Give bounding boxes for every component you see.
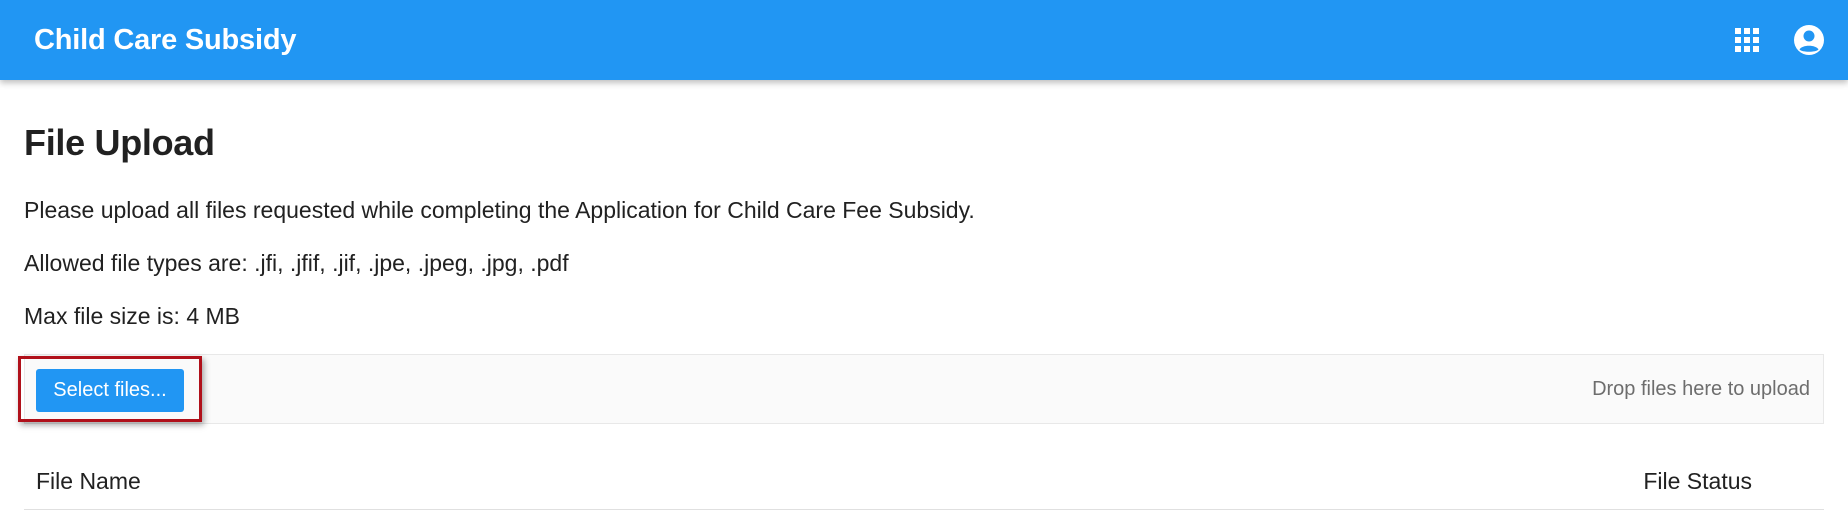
file-table-header: File Name File Status [24,454,1824,510]
page-title: File Upload [24,122,215,163]
max-file-size-text: Max file size is: 4 MB [24,303,240,329]
select-files-button[interactable]: Select files... [36,369,184,412]
app-bar-actions [1730,23,1826,57]
instructions-text: Please upload all files requested while … [24,197,975,223]
drop-files-hint: Drop files here to upload [1592,378,1810,400]
allowed-file-types-text: Allowed file types are: .jfi, .jfif, .ji… [24,250,569,276]
app-bar: Child Care Subsidy [0,0,1848,80]
file-drop-zone[interactable] [24,354,1824,424]
app-title: Child Care Subsidy [34,23,297,56]
apps-grid-icon[interactable] [1730,23,1764,57]
account-circle-icon[interactable] [1792,23,1826,57]
column-file-name: File Name [36,468,141,494]
column-file-status: File Status [1643,468,1752,494]
